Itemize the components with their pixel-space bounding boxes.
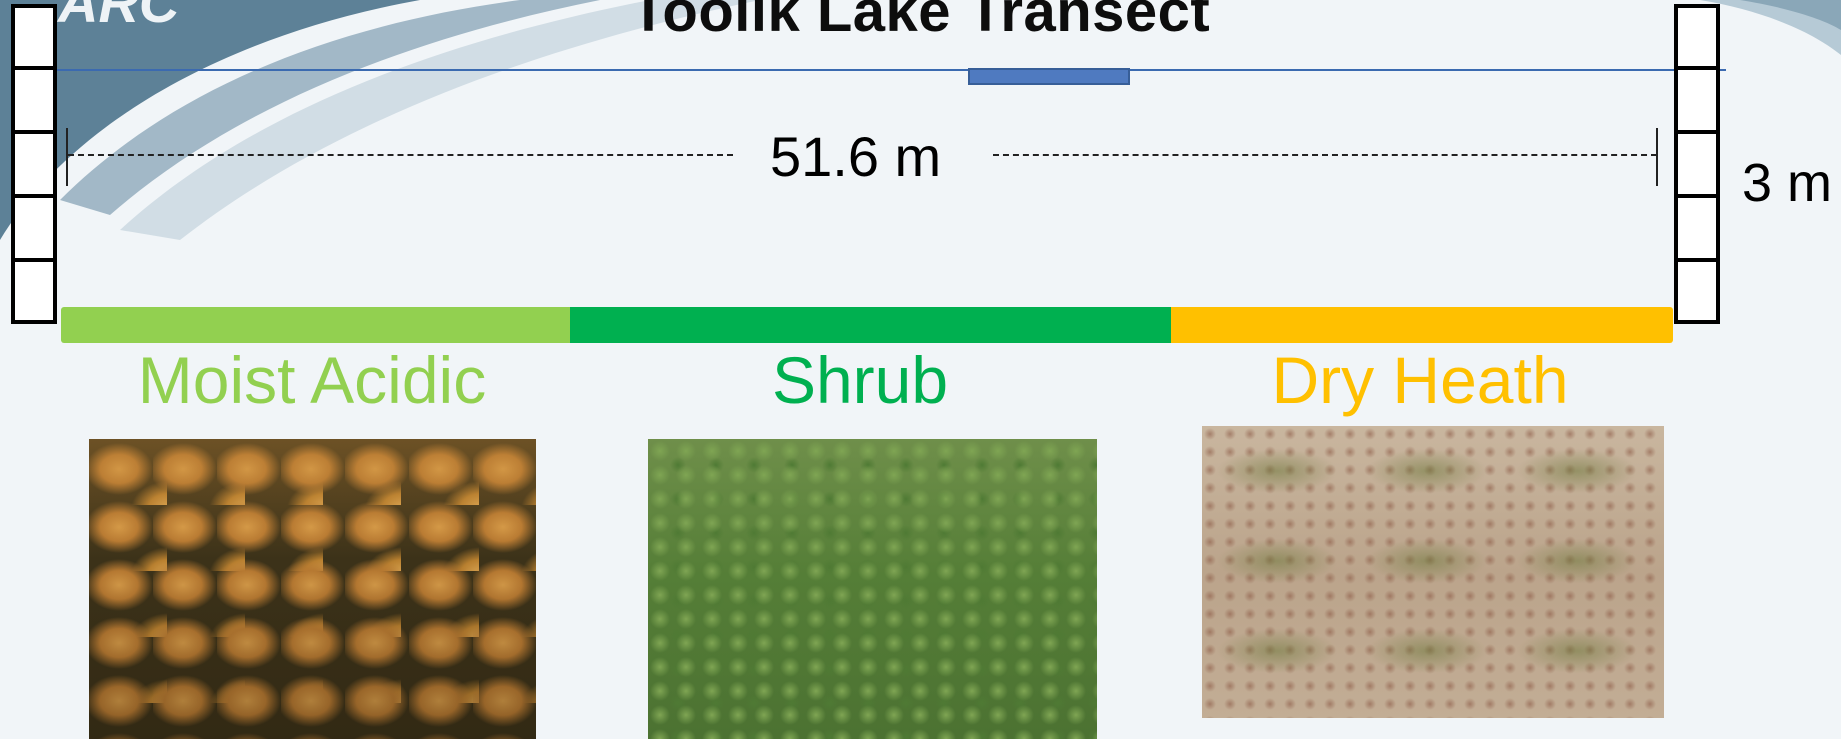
moist-acidic-tundra-photo [89,439,536,739]
post-segment [11,196,57,260]
left-post [11,4,57,324]
post-segment [11,132,57,196]
post-segment [1674,68,1720,132]
dry-heath-tundra-photo [1202,426,1664,718]
zone-bar-dry-heath [1171,307,1673,343]
post-segment [1674,260,1720,324]
transect-handle [968,68,1130,85]
shrub-tundra-photo [648,439,1097,739]
post-segment [1674,196,1720,260]
transect-length-label: 51.6 m [770,125,942,188]
post-segment [11,260,57,324]
zone-bar-moist-acidic [61,307,570,343]
post-segment [11,4,57,68]
post-segment [1674,4,1720,68]
length-dashed-line-left [68,154,733,156]
right-post [1674,4,1720,324]
length-tick-left [66,128,68,186]
zone-bar-shrub [570,307,1171,343]
zone-label-shrub: Shrub [771,343,949,417]
post-segment [1674,132,1720,196]
transect-top-line [56,69,1726,71]
transect-width-label: 3 m [1742,153,1833,213]
length-dashed-line-right [993,154,1657,156]
post-segment [11,68,57,132]
length-tick-right [1656,128,1658,186]
page-title: Toolik Lake Transect [630,0,1211,44]
zone-label-moist-acidic: Moist Acidic [137,343,487,417]
zone-label-dry-heath: Dry Heath [1271,343,1569,417]
